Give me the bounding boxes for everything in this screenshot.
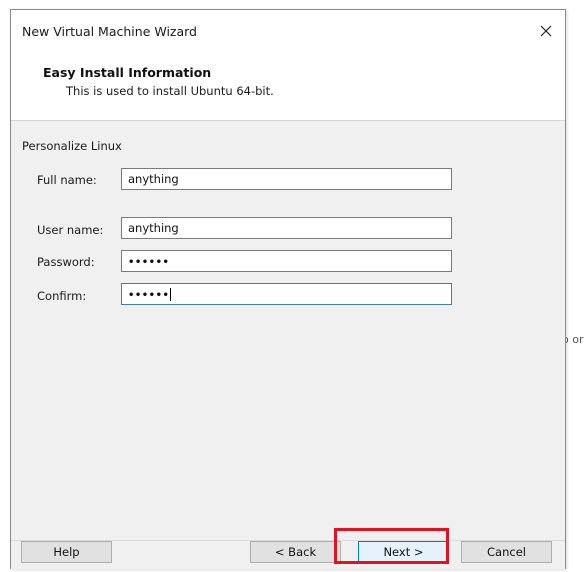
confirm-password-field[interactable]: •••••• [121, 283, 452, 305]
back-button[interactable]: < Back [250, 541, 341, 563]
full-name-field[interactable]: anything [121, 168, 452, 190]
wizard-dialog: New Virtual Machine Wizard Easy Install … [10, 9, 566, 569]
user-name-field[interactable]: anything [121, 217, 452, 239]
screen: o or New Virtual Machine Wizard Easy Ins… [0, 0, 588, 572]
confirm-value: •••••• [128, 290, 170, 301]
window-title: New Virtual Machine Wizard [22, 24, 197, 39]
group-label-personalize: Personalize Linux [22, 139, 122, 153]
text-caret [170, 288, 172, 301]
password-label: Password: [37, 255, 95, 269]
password-field[interactable]: •••••• [121, 250, 452, 272]
wizard-body: Personalize Linux Full name: anything Us… [11, 121, 565, 541]
page-subtitle: This is used to install Ubuntu 64-bit. [66, 84, 274, 98]
next-button[interactable]: Next > [358, 541, 449, 563]
user-name-value: anything [128, 221, 179, 235]
confirm-label: Confirm: [37, 289, 87, 303]
wizard-header: Easy Install Information This is used to… [11, 46, 565, 120]
password-value: •••••• [128, 257, 170, 268]
full-name-label: Full name: [37, 173, 97, 187]
user-name-label: User name: [37, 223, 104, 237]
full-name-value: anything [128, 172, 179, 186]
wizard-footer: Help < Back Next > Cancel [11, 541, 565, 569]
close-icon [540, 25, 552, 37]
cancel-button[interactable]: Cancel [461, 541, 552, 563]
page-title: Easy Install Information [43, 65, 212, 80]
title-bar: New Virtual Machine Wizard [11, 10, 565, 46]
close-button[interactable] [533, 18, 559, 44]
help-button[interactable]: Help [21, 541, 112, 563]
